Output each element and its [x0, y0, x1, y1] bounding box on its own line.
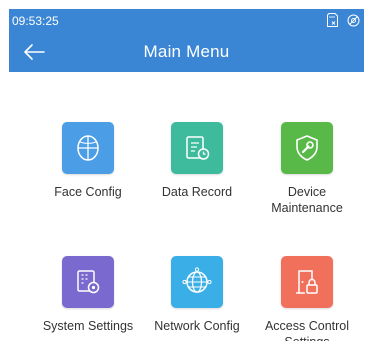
menu-item-device-maintenance[interactable]: Device Maintenance: [252, 122, 362, 216]
menu-item-label: System Settings: [42, 319, 134, 333]
system-settings-icon: [62, 256, 114, 308]
menu-item-network-config[interactable]: Network Config: [142, 256, 252, 334]
menu-item-label: Device Maintenance: [271, 185, 343, 215]
network-globe-icon: [171, 256, 223, 308]
menu-item-label: Network Config: [154, 319, 240, 333]
sim-card-icon: [327, 13, 338, 27]
face-icon: [62, 122, 114, 174]
shield-wrench-icon: [281, 122, 333, 174]
no-connection-icon: [347, 14, 360, 27]
page-title: Main Menu: [143, 42, 230, 61]
menu-item-label: Access Control Settings: [264, 319, 350, 341]
top-bar: 09:53:25 Main Menu: [9, 9, 364, 72]
menu-item-data-record[interactable]: Data Record: [142, 122, 252, 200]
menu-item-label: Data Record: [161, 185, 233, 199]
menu-item-face-config[interactable]: Face Config: [33, 122, 143, 200]
data-record-icon: [171, 122, 223, 174]
status-time: 09:53:25: [12, 14, 59, 28]
menu-item-system-settings[interactable]: System Settings: [33, 256, 143, 334]
door-lock-icon: [281, 256, 333, 308]
menu-item-label: Face Config: [54, 185, 122, 199]
menu-item-access-control-settings[interactable]: Access Control Settings: [252, 256, 362, 341]
